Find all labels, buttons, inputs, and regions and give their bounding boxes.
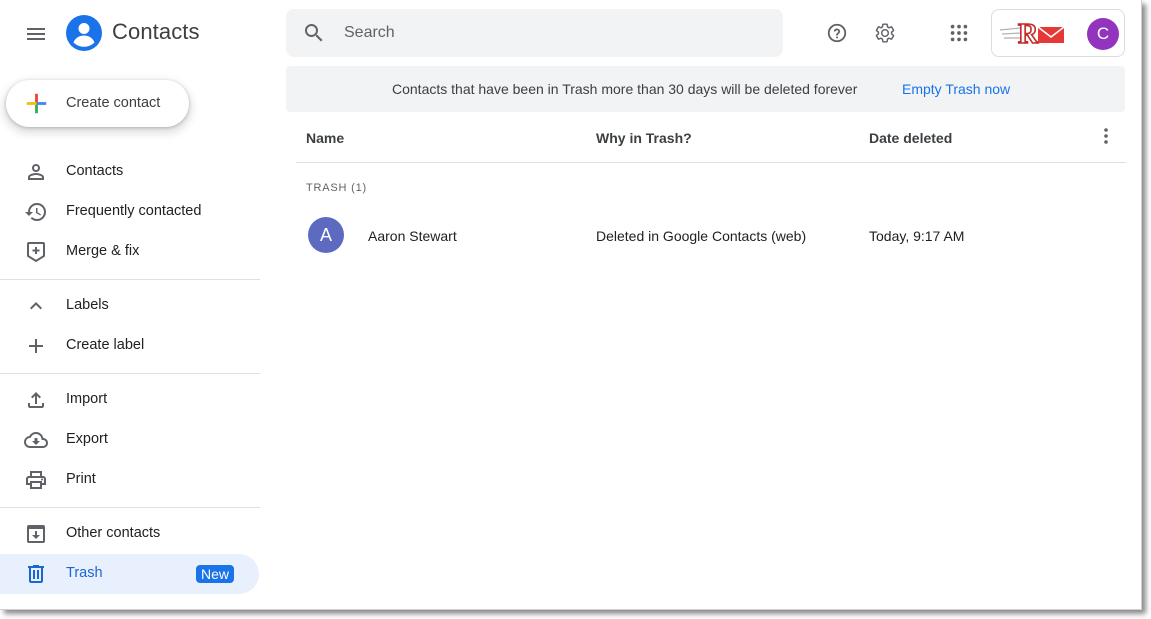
contact-avatar: A bbox=[308, 217, 344, 253]
table-row[interactable]: A Aaron Stewart Deleted in Google Contac… bbox=[296, 211, 1126, 259]
create-contact-button[interactable]: Create contact bbox=[6, 80, 189, 127]
merge-fix-icon bbox=[24, 240, 48, 264]
print-icon bbox=[24, 468, 48, 492]
sidebar-item-label: Print bbox=[66, 471, 96, 487]
archive-icon bbox=[24, 522, 48, 546]
sidebar-item-label: Trash bbox=[66, 565, 103, 581]
trash-info-banner: Contacts that have been in Trash more th… bbox=[286, 66, 1125, 112]
empty-trash-button[interactable]: Empty Trash now bbox=[902, 81, 1010, 97]
search-icon[interactable] bbox=[302, 21, 326, 45]
help-icon[interactable] bbox=[825, 21, 849, 45]
search-bar[interactable] bbox=[286, 9, 783, 57]
sidebar-item-label: Merge & fix bbox=[66, 243, 140, 259]
sidebar-item-label: Contacts bbox=[66, 163, 124, 179]
sidebar-item-label: Frequently contacted bbox=[66, 203, 202, 219]
sidebar-item-other-contacts[interactable]: Other contacts bbox=[0, 514, 259, 554]
sidebar-item-labels[interactable]: Labels bbox=[0, 286, 259, 326]
new-badge: New bbox=[196, 565, 235, 583]
person-icon bbox=[24, 160, 48, 184]
trash-reason: Deleted in Google Contacts (web) bbox=[596, 228, 807, 244]
sidebar-item-label: Export bbox=[66, 431, 108, 447]
contact-name: Aaron Stewart bbox=[368, 228, 457, 244]
sidebar-divider bbox=[0, 373, 260, 374]
svg-text:R: R bbox=[1018, 19, 1039, 48]
sidebar-item-create-label[interactable]: Create label bbox=[0, 326, 259, 366]
main-menu-icon[interactable] bbox=[20, 18, 52, 50]
sidebar-item-export[interactable]: Export bbox=[0, 420, 259, 460]
sidebar-item-label: Other contacts bbox=[66, 525, 161, 541]
date-deleted: Today, 9:17 AM bbox=[869, 228, 965, 244]
upload-icon bbox=[24, 388, 48, 412]
app-title: Contacts bbox=[112, 19, 200, 44]
trash-section-label: TRASH (1) bbox=[306, 182, 367, 194]
column-header-why-in-trash: Why in Trash? bbox=[596, 130, 692, 146]
sidebar-item-import[interactable]: Import bbox=[0, 380, 259, 420]
sidebar-item-trash[interactable]: Trash New bbox=[0, 554, 259, 594]
sidebar-item-label: Create label bbox=[66, 337, 145, 353]
banner-message: Contacts that have been in Trash more th… bbox=[392, 81, 858, 97]
sidebar-item-print[interactable]: Print bbox=[0, 460, 259, 500]
organization-logo: R bbox=[998, 18, 1072, 48]
search-input[interactable] bbox=[344, 9, 764, 57]
table-header-divider bbox=[296, 162, 1126, 163]
more-vert-icon[interactable] bbox=[1094, 124, 1118, 148]
account-switcher[interactable]: R C bbox=[991, 9, 1125, 57]
sidebar-item-frequently-contacted[interactable]: Frequently contacted bbox=[0, 192, 259, 232]
column-header-name: Name bbox=[306, 130, 345, 146]
sidebar-item-label: Import bbox=[66, 391, 108, 407]
chevron-up-icon bbox=[24, 294, 48, 318]
settings-gear-icon[interactable] bbox=[873, 21, 897, 45]
sidebar-item-label: Labels bbox=[66, 297, 109, 313]
contacts-window: Contacts R C bbox=[0, 0, 1142, 610]
sidebar-item-contacts[interactable]: Contacts bbox=[0, 152, 259, 192]
column-header-date-deleted: Date deleted bbox=[869, 130, 953, 146]
sidebar-divider bbox=[0, 507, 260, 508]
history-icon bbox=[24, 200, 48, 224]
create-contact-label: Create contact bbox=[66, 95, 161, 111]
contacts-logo-icon[interactable] bbox=[66, 15, 102, 51]
sidebar-divider bbox=[0, 279, 260, 280]
sidebar-item-merge-fix[interactable]: Merge & fix bbox=[0, 232, 259, 272]
cloud-download-icon bbox=[24, 428, 48, 452]
colorful-plus-icon bbox=[24, 91, 49, 116]
plus-icon bbox=[24, 334, 48, 358]
trash-icon bbox=[24, 562, 48, 586]
account-avatar[interactable]: C bbox=[1087, 18, 1119, 50]
apps-grid-icon[interactable] bbox=[947, 21, 971, 45]
